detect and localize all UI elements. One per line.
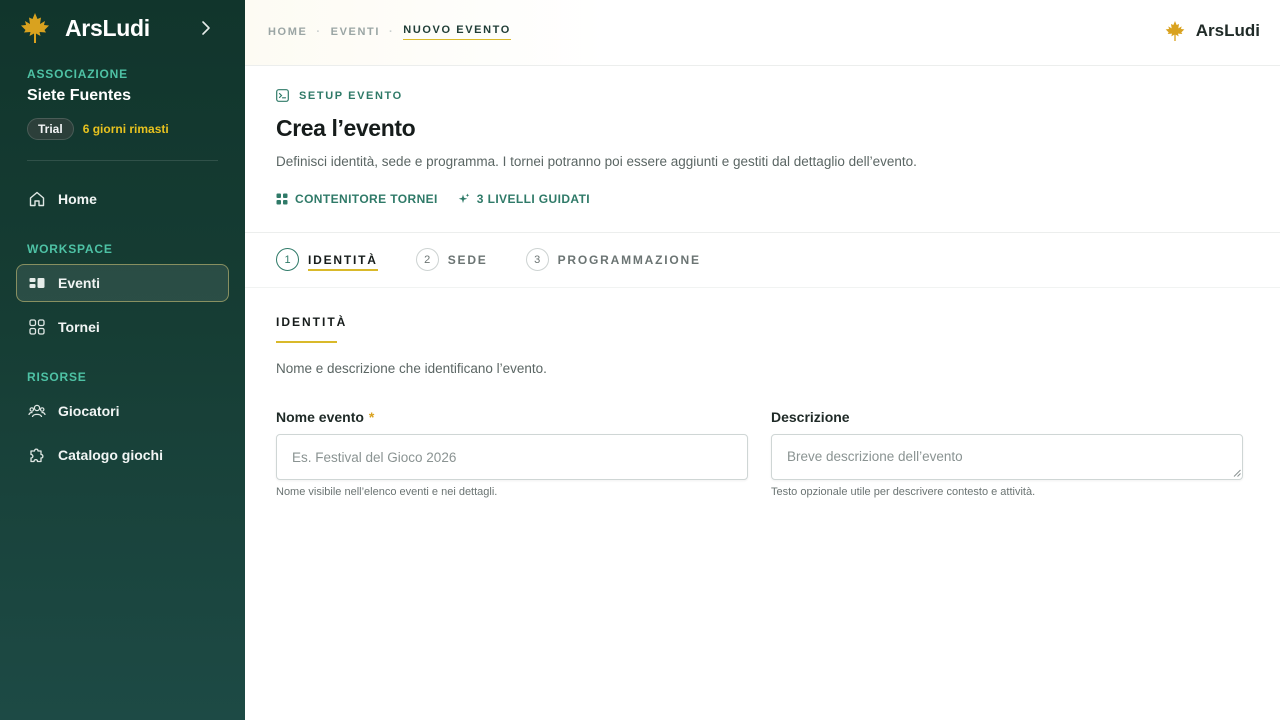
sidebar-item-catalogo-giochi[interactable]: Catalogo giochi (16, 436, 229, 474)
event-name-help: Nome visibile nell’elenco eventi e nei d… (276, 486, 498, 498)
events-icon (28, 274, 46, 292)
description-textarea[interactable] (771, 434, 1243, 480)
step-programmazione[interactable]: 3 PROGRAMMAZIONE (525, 248, 701, 271)
grid-icon (276, 193, 288, 205)
description-help: Testo opzionale utile per descrivere con… (771, 486, 1036, 498)
resize-grip-icon[interactable] (1233, 469, 1241, 477)
sidebar-item-tornei[interactable]: Tornei (16, 308, 229, 346)
header-brand[interactable]: ArsLudi (1165, 20, 1260, 42)
sidebar-item-label: Tornei (58, 319, 100, 335)
trial-days-remaining: 6 giorni rimasti (82, 122, 169, 136)
step-label: SEDE (447, 252, 488, 267)
maple-leaf-logo-icon (21, 13, 49, 43)
step-number: 2 (415, 248, 439, 271)
grid-icon (28, 318, 46, 336)
page-title: Crea l’evento (276, 115, 416, 141)
sidebar-item-label: Catalogo giochi (58, 447, 163, 463)
section-description: Nome e descrizione che identificano l’ev… (276, 361, 547, 376)
page-kicker-label: SETUP EVENTO (299, 89, 403, 102)
sidebar-item-label: Home (58, 191, 97, 207)
sidebar-brand[interactable]: ArsLudi (20, 12, 150, 44)
sidebar-item-home[interactable]: Home (16, 180, 229, 218)
sidebar-item-eventi[interactable]: Eventi (16, 264, 229, 302)
chevron-right-icon[interactable] (199, 19, 213, 37)
org-section-label: ASSOCIAZIONE (27, 67, 128, 81)
home-icon (28, 190, 46, 208)
trial-status: Trial 6 giorni rimasti (27, 118, 169, 140)
resources-section-label: RISORSE (27, 370, 87, 384)
stepper: 1 IDENTITÀ 2 SEDE 3 PROGRAMMAZIONE (276, 248, 739, 271)
description-label: Descrizione (771, 409, 850, 425)
workspace-section-label: WORKSPACE (27, 242, 113, 256)
sidebar-item-label: Giocatori (58, 403, 120, 419)
sidebar-item-giocatori[interactable]: Giocatori (16, 392, 229, 430)
event-name-label-text: Nome evento (276, 409, 364, 425)
step-identita[interactable]: 1 IDENTITÀ (276, 248, 378, 271)
step-number: 3 (525, 248, 549, 271)
sparkles-icon (458, 193, 470, 204)
breadcrumb-eventi[interactable]: EVENTI (331, 26, 380, 38)
top-bar: HOME · EVENTI · NUOVO EVENTO ArsLudi (245, 0, 1280, 66)
trial-badge: Trial (27, 118, 74, 140)
section-title: IDENTITÀ (276, 315, 348, 329)
event-name-input[interactable] (276, 434, 748, 480)
required-mark: * (368, 409, 375, 425)
divider (245, 287, 1280, 288)
breadcrumb-separator: · (316, 26, 322, 38)
terminal-icon (276, 89, 289, 102)
breadcrumb-home[interactable]: HOME (268, 26, 307, 38)
sidebar-divider (27, 160, 218, 161)
meta-guided-levels: 3 LIVELLI GUIDATI (458, 192, 590, 206)
users-icon (28, 402, 46, 420)
event-name-label: Nome evento * (276, 409, 374, 425)
meta-tournament-container: CONTENITORE TORNEI (276, 192, 438, 206)
page-meta: CONTENITORE TORNEI 3 LIVELLI GUIDATI (276, 192, 610, 206)
step-label: PROGRAMMAZIONE (557, 252, 701, 267)
header-brand-name: ArsLudi (1195, 21, 1260, 40)
section-title-underline (276, 341, 337, 343)
maple-leaf-logo-icon (1165, 21, 1185, 41)
sidebar: ArsLudi ASSOCIAZIONE Siete Fuentes Trial… (0, 0, 245, 720)
breadcrumb-separator: · (389, 26, 395, 38)
puzzle-icon (28, 446, 46, 464)
breadcrumb-nuovo-evento: NUOVO EVENTO (403, 24, 511, 40)
step-number: 1 (276, 248, 299, 271)
meta-label: 3 LIVELLI GUIDATI (476, 192, 591, 206)
page-subtitle: Definisci identità, sede e programma. I … (276, 154, 917, 169)
step-label: IDENTITÀ (308, 253, 378, 271)
divider (245, 232, 1280, 233)
org-name: Siete Fuentes (27, 87, 132, 104)
sidebar-item-label: Eventi (58, 275, 101, 291)
meta-label: CONTENITORE TORNEI (295, 192, 438, 206)
page-kicker: SETUP EVENTO (276, 89, 403, 102)
brand-name: ArsLudi (65, 14, 150, 41)
step-sede[interactable]: 2 SEDE (415, 248, 488, 271)
breadcrumb: HOME · EVENTI · NUOVO EVENTO (268, 24, 511, 40)
